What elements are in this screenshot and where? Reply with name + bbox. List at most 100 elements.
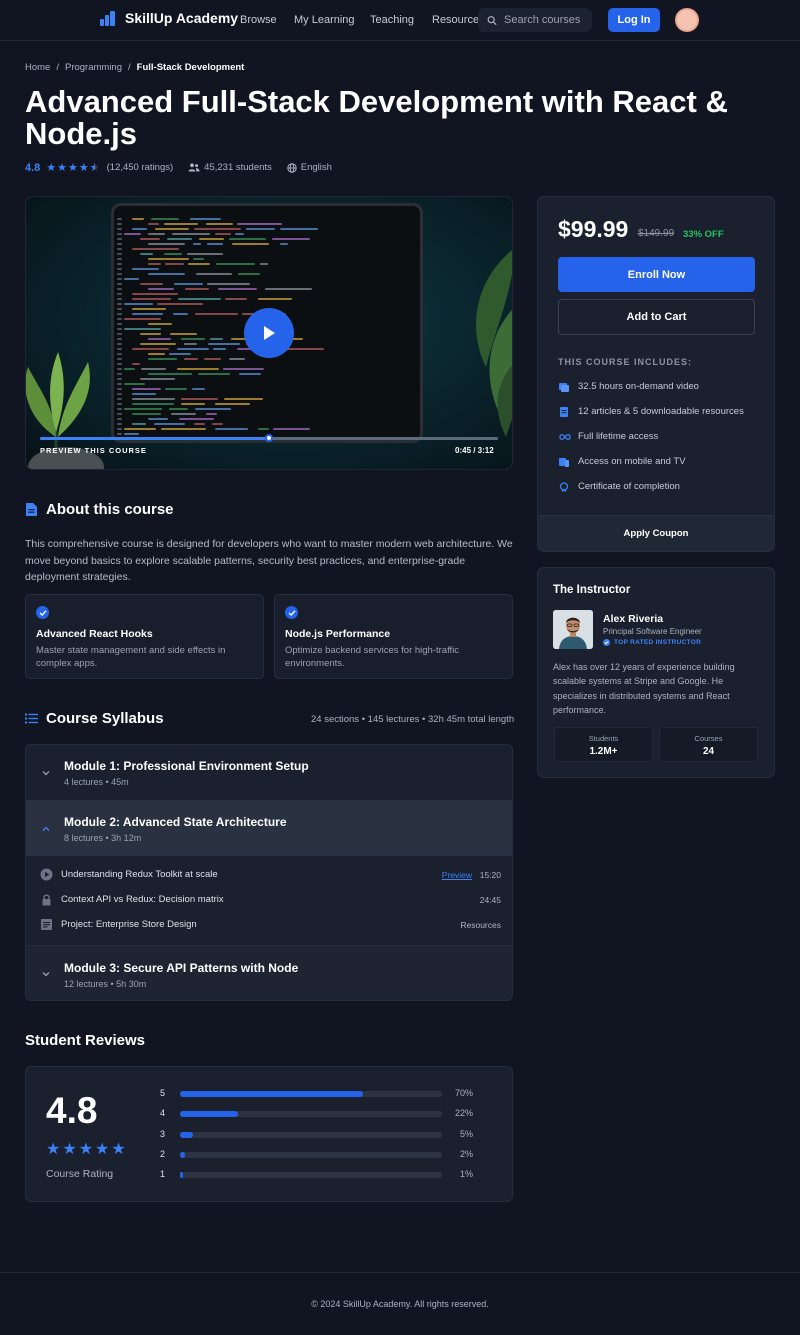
breadcrumb-home[interactable]: Home [25, 62, 50, 73]
module-subtitle: 8 lectures • 3h 12m [64, 833, 142, 843]
nav-my-learning[interactable]: My Learning [294, 14, 355, 26]
include-text: Access on mobile and TV [578, 456, 686, 467]
reviews-heading-text: Student Reviews [25, 1032, 146, 1049]
stat-value: 24 [702, 746, 715, 757]
nav-teaching[interactable]: Teaching [370, 14, 414, 26]
rating-bar-fill [180, 1111, 238, 1118]
about-description: This comprehensive course is designed fo… [25, 538, 513, 583]
check-circle-icon [36, 606, 49, 619]
instructor-stat: Students 1.2M+ [554, 727, 653, 762]
instructor-name[interactable]: Alex Riveria [603, 613, 663, 625]
enroll-now-button[interactable]: Enroll Now [558, 257, 755, 292]
syllabus-summary: 24 sections • 145 lectures • 32h 45m tot… [311, 714, 515, 725]
file-icon [41, 919, 52, 930]
about-heading-text: About this course [46, 501, 174, 518]
chevron-down-icon [42, 972, 50, 977]
play-circle-icon [40, 868, 53, 881]
syllabus-heading-text: Course Syllabus [46, 710, 164, 727]
ratings-count: (12,450 ratings) [106, 162, 174, 173]
search-box[interactable] [478, 8, 592, 32]
rating-bar-percent: 22% [454, 1108, 473, 1119]
list-icon [25, 713, 38, 724]
module-title: Module 3: Secure API Patterns with Node [64, 961, 299, 975]
lecture-duration: 24:45 [479, 895, 501, 905]
rating-bar-track [180, 1172, 442, 1179]
feature-description: Optimize backend services for high-traff… [285, 645, 460, 669]
rating-bar-fill [180, 1172, 183, 1179]
original-price: $149.99 [638, 228, 675, 239]
top-rated-badge: TOP RATED INSTRUCTOR [603, 639, 701, 646]
add-to-cart-button[interactable]: Add to Cart [558, 299, 755, 335]
include-item: Full lifetime access [559, 431, 658, 442]
breadcrumb-separator: / [128, 62, 131, 73]
feature-card: Node.js Performance Optimize backend ser… [274, 594, 513, 679]
nav-resources[interactable]: Resources [432, 14, 485, 26]
rating-bar-percent: 2% [459, 1148, 473, 1159]
nav-browse[interactable]: Browse [240, 14, 277, 26]
rating-score: 4.8 [25, 161, 41, 174]
instructor-heading: The Instructor [553, 584, 631, 596]
chevron-up-icon [42, 826, 50, 831]
infinity-icon [559, 433, 571, 440]
play-button[interactable] [244, 308, 294, 358]
lecture-item[interactable]: Understanding Redux Toolkit at scale Pre… [26, 863, 512, 888]
article-icon [560, 406, 568, 417]
rating-bar-percent: 70% [454, 1088, 473, 1098]
rating-bar-star: 4 [160, 1108, 166, 1119]
include-item: 32.5 hours on-demand video [559, 381, 699, 392]
video-progress-fill [40, 437, 269, 440]
current-price: $99.99 [558, 216, 629, 242]
star-rating-icon: ★★★★★ [46, 1141, 128, 1158]
rating-bar-row: 3 5% [160, 1129, 475, 1141]
module-item[interactable]: Module 1: Professional Environment Setup… [26, 745, 512, 801]
students-icon [188, 163, 200, 172]
lecture-item[interactable]: Context API vs Redux: Decision matrix 24… [26, 888, 512, 913]
video-time: 0:45 / 3:12 [455, 446, 494, 455]
include-text: Certificate of completion [578, 481, 680, 492]
breadcrumb-current: Full-Stack Development [136, 62, 245, 73]
include-text: 12 articles & 5 downloadable resources [578, 406, 744, 417]
search-icon [487, 15, 497, 25]
plant-decoration [476, 250, 512, 437]
check-circle-icon [285, 606, 298, 619]
rating-bar-star: 3 [160, 1128, 166, 1139]
lecture-preview-link[interactable]: Preview [442, 870, 472, 880]
stat-value: 1.2M+ [589, 746, 618, 757]
devices-icon [559, 457, 569, 467]
lecture-name: Project: Enterprise Store Design [61, 919, 197, 930]
rating-bar-row: 4 22% [160, 1108, 475, 1120]
login-button[interactable]: Log In [608, 8, 660, 32]
breadcrumb-programming[interactable]: Programming [65, 62, 122, 73]
lock-icon [42, 894, 51, 906]
lecture-item[interactable]: Project: Enterprise Store Design Resourc… [26, 913, 512, 938]
user-avatar[interactable] [675, 8, 699, 32]
average-rating: 4.8 [46, 1090, 98, 1131]
instructor-stat: Courses 24 [659, 727, 758, 762]
includes-heading: THIS COURSE INCLUDES: [558, 357, 693, 367]
course-meta: 4.8 ★★★★★★ (12,450 ratings) 45,231 stude… [25, 161, 332, 175]
rating-bar-track [180, 1131, 442, 1138]
instructor-role: Principal Software Engineer [603, 627, 702, 636]
globe-icon [287, 162, 297, 173]
module-item[interactable]: Module 3: Secure API Patterns with Node … [26, 945, 512, 1000]
brand-logo[interactable]: SkillUp Academy [100, 10, 238, 26]
rating-bar-star: 1 [160, 1169, 166, 1180]
lecture-resources: Resources [460, 920, 501, 930]
instructor-portrait-image [553, 610, 593, 649]
rating-bar-fill [180, 1091, 364, 1097]
module-title: Module 1: Professional Environment Setup [64, 759, 309, 773]
stat-label: Courses [694, 734, 723, 743]
rating-bar-track [180, 1151, 442, 1158]
instructor-photo[interactable] [553, 610, 593, 649]
rating-bar-fill [180, 1131, 194, 1138]
rating-bar-star: 5 [160, 1088, 166, 1098]
search-input[interactable] [504, 14, 592, 26]
video-scrubber-handle[interactable] [265, 434, 273, 442]
pricing-card [537, 196, 775, 552]
module-item-expanded[interactable]: Module 2: Advanced State Architecture 8 … [26, 801, 512, 856]
rating-bar-percent: 1% [459, 1169, 473, 1180]
lecture-duration: 15:20 [479, 870, 501, 880]
apply-coupon-button[interactable]: Apply Coupon [538, 515, 774, 551]
module-title: Module 2: Advanced State Architecture [64, 815, 287, 829]
stat-label: Students [588, 734, 619, 743]
